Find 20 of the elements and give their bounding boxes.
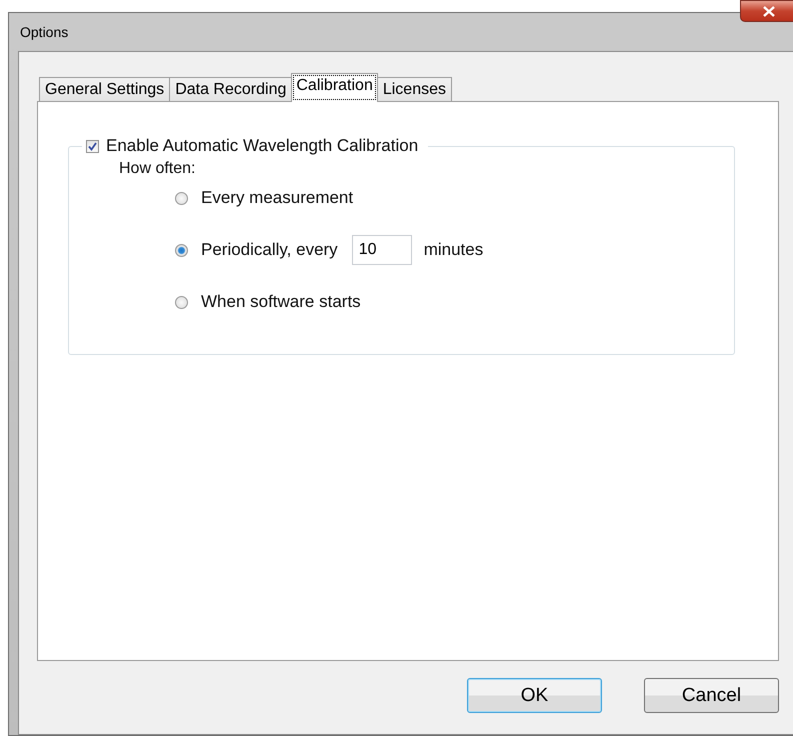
checkbox-label: Enable Automatic Wavelength Calibration (106, 136, 418, 156)
dialog-button[interactable]: OK (467, 678, 602, 713)
tab[interactable]: General Settings (39, 77, 170, 102)
radio-label: Periodically, every (201, 240, 338, 260)
radio-button[interactable] (175, 296, 188, 308)
unit-label: minutes (424, 240, 484, 260)
dialog-button[interactable]: Cancel (644, 678, 779, 713)
tab[interactable]: Calibration (291, 73, 378, 102)
window-title: Options (19, 24, 68, 40)
radio-button[interactable] (175, 244, 188, 256)
how-often-label: How often: (119, 160, 196, 178)
radio-label: When software starts (201, 292, 361, 312)
tab[interactable]: Data Recording (169, 77, 292, 102)
radio-button[interactable] (175, 192, 188, 204)
close-icon (763, 6, 775, 16)
radio-label: Every measurement (201, 188, 354, 208)
close-button[interactable] (740, 0, 793, 22)
minutes-input[interactable]: 10 (352, 235, 412, 265)
checkbox[interactable] (86, 140, 99, 152)
tab[interactable]: Licenses (376, 77, 452, 102)
